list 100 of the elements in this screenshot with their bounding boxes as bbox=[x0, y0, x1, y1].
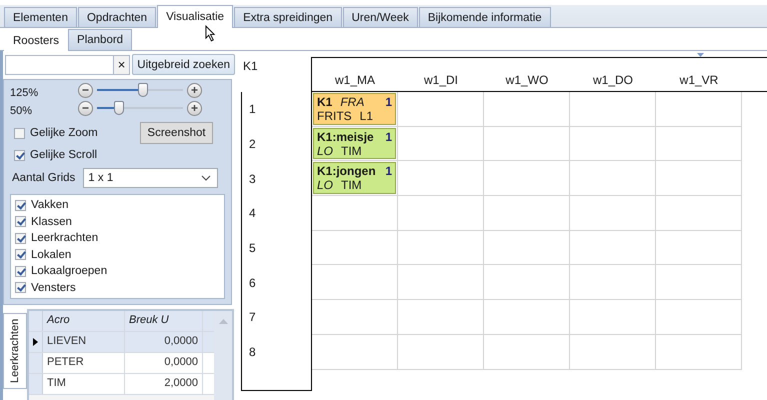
lesson-room: L1 bbox=[360, 109, 374, 123]
table-cell: 0,0000 bbox=[125, 353, 203, 373]
tab[interactable]: Opdrachten bbox=[78, 7, 156, 27]
checkbox-label: Gelijke Scroll bbox=[30, 149, 98, 161]
checkbox[interactable] bbox=[15, 266, 26, 277]
slider-thumb[interactable] bbox=[138, 83, 148, 97]
timetable-cell[interactable] bbox=[570, 300, 656, 335]
timetable-cell[interactable] bbox=[398, 300, 484, 335]
tab[interactable]: Planbord bbox=[68, 29, 132, 50]
table-cell: 0,0000 bbox=[125, 332, 203, 352]
slider-thumb[interactable] bbox=[114, 101, 124, 115]
table-cell: 2,0000 bbox=[125, 374, 203, 394]
timetable-cell[interactable] bbox=[398, 230, 484, 266]
zoom-out-button[interactable]: − bbox=[78, 82, 93, 98]
lesson-subject: LO bbox=[317, 144, 334, 158]
timetable-cell[interactable] bbox=[312, 196, 398, 231]
scroll-up-icon[interactable] bbox=[218, 319, 228, 324]
timetable-cell[interactable] bbox=[570, 334, 656, 370]
day-header: w1_WO bbox=[504, 73, 550, 87]
chevron-down-icon bbox=[201, 175, 212, 181]
zoom-out-button[interactable]: − bbox=[78, 100, 93, 116]
checkbox[interactable] bbox=[14, 150, 25, 160]
period-label: 5 bbox=[248, 240, 257, 258]
column-header[interactable]: Acro bbox=[43, 311, 125, 331]
timetable-cell[interactable] bbox=[656, 196, 742, 231]
timetable-cell[interactable] bbox=[484, 265, 570, 300]
checkbox[interactable] bbox=[15, 282, 26, 294]
checkbox-label: Leerkrachten bbox=[31, 232, 98, 244]
timetable-cell[interactable] bbox=[570, 196, 656, 231]
timetable-cell[interactable] bbox=[570, 230, 656, 266]
table-cell: PETER bbox=[43, 353, 125, 373]
tab[interactable]: Visualisatie bbox=[157, 5, 234, 28]
period-label: 1 bbox=[248, 101, 257, 118]
timetable-cell[interactable] bbox=[656, 334, 742, 370]
period-label: 2 bbox=[248, 136, 257, 154]
side-tab[interactable]: Leerkrachten bbox=[3, 313, 27, 389]
checkbox[interactable] bbox=[15, 216, 26, 228]
column-header[interactable]: Breuk U bbox=[125, 311, 203, 331]
checkbox-label: Vakken bbox=[31, 199, 69, 212]
timetable-cell[interactable] bbox=[398, 126, 484, 162]
timetable-cell[interactable] bbox=[570, 92, 656, 127]
timetable-cell[interactable] bbox=[570, 126, 656, 162]
checkbox-label: Gelijke Zoom bbox=[30, 127, 98, 139]
checkbox[interactable] bbox=[15, 200, 26, 211]
marker-icon bbox=[697, 53, 704, 57]
zoom-slider[interactable] bbox=[97, 101, 183, 115]
timetable-cell[interactable] bbox=[398, 92, 484, 127]
advanced-search-button[interactable]: Uitgebreid zoeken bbox=[132, 54, 235, 75]
timetable-cell[interactable] bbox=[570, 161, 656, 196]
timetable-cell[interactable] bbox=[656, 265, 742, 300]
timetable-cell[interactable] bbox=[484, 300, 570, 335]
mouse-cursor-icon bbox=[205, 25, 216, 42]
checkbox-label: Klassen bbox=[31, 216, 72, 228]
timetable-cell[interactable] bbox=[398, 161, 484, 196]
zoom-in-button[interactable]: + bbox=[187, 82, 202, 98]
search-field[interactable] bbox=[5, 54, 114, 74]
timetable-cell[interactable] bbox=[484, 92, 570, 127]
checkbox-label: Lokaalgroepen bbox=[31, 265, 108, 278]
timetable-cell[interactable] bbox=[656, 92, 742, 127]
timetable-cell[interactable] bbox=[312, 265, 398, 300]
grids-label: Aantal Grids bbox=[12, 172, 76, 184]
timetable-cell[interactable] bbox=[484, 230, 570, 266]
tab[interactable]: Extra spreidingen bbox=[234, 7, 342, 27]
tab[interactable]: Uren/Week bbox=[342, 7, 418, 27]
lesson-count: 1 bbox=[385, 130, 392, 144]
day-header: w1_DO bbox=[592, 73, 634, 87]
checkbox-label: Vensters bbox=[31, 282, 76, 294]
tab[interactable]: Bijkomende informatie bbox=[418, 7, 551, 27]
period-label: 3 bbox=[248, 170, 257, 188]
timetable-cell[interactable] bbox=[484, 126, 570, 162]
timetable-cell[interactable] bbox=[398, 334, 484, 370]
screenshot-button[interactable]: Screenshot bbox=[140, 122, 213, 144]
grids-dropdown[interactable]: 1 x 1 bbox=[83, 168, 218, 188]
table-cell: LIEVEN bbox=[43, 332, 125, 352]
zoom-reading: 50% bbox=[10, 104, 34, 117]
timetable-cell[interactable] bbox=[398, 196, 484, 231]
timetable-cell[interactable] bbox=[484, 196, 570, 231]
timetable-cell[interactable] bbox=[656, 230, 742, 266]
zoom-in-button[interactable]: + bbox=[187, 100, 202, 116]
lesson-group: K1 bbox=[317, 95, 332, 109]
timetable-cell[interactable] bbox=[398, 265, 484, 300]
checkbox[interactable] bbox=[15, 249, 26, 260]
lesson-count: 1 bbox=[385, 95, 392, 109]
timetable-cell[interactable] bbox=[484, 334, 570, 370]
timetable-cell[interactable] bbox=[312, 300, 398, 335]
timetable-cell[interactable] bbox=[312, 334, 398, 370]
checkbox[interactable] bbox=[15, 232, 26, 244]
timetable-cell[interactable] bbox=[656, 161, 742, 196]
checkbox[interactable] bbox=[14, 128, 25, 138]
zoom-slider[interactable] bbox=[97, 83, 183, 97]
timetable-cell[interactable] bbox=[656, 300, 742, 335]
timetable-cell[interactable] bbox=[484, 161, 570, 196]
timetable-cell[interactable] bbox=[570, 265, 656, 300]
table-cell: TIM bbox=[43, 374, 125, 394]
timetable-cell[interactable] bbox=[312, 230, 398, 266]
timetable-cell[interactable] bbox=[656, 126, 742, 162]
tab[interactable]: Elementen bbox=[4, 7, 77, 27]
clear-button[interactable]: × bbox=[112, 54, 130, 74]
period-label: 8 bbox=[248, 344, 257, 362]
checkbox-label: Lokalen bbox=[31, 248, 72, 261]
